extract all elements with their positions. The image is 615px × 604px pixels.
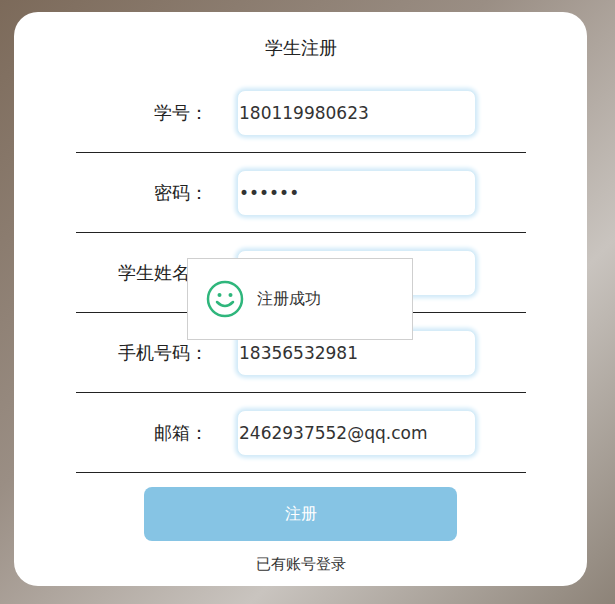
- field-label: 学号：: [76, 101, 208, 125]
- field-label: 手机号码：: [76, 341, 208, 365]
- field-input[interactable]: [237, 170, 476, 216]
- form-row: 邮箱：: [76, 393, 526, 473]
- form-row: 学号：: [76, 73, 526, 153]
- register-button[interactable]: 注册: [144, 487, 457, 541]
- form-row: 密码：: [76, 153, 526, 233]
- toast-message: 注册成功: [257, 289, 321, 310]
- register-card: 学生注册 学号： 密码： 学生姓名： 手机号码： 邮箱： 注册 已有账号登录 注…: [14, 12, 587, 586]
- login-link[interactable]: 已有账号登录: [76, 555, 526, 574]
- background-photo: 学生注册 学号： 密码： 学生姓名： 手机号码： 邮箱： 注册 已有账号登录 注…: [0, 0, 615, 604]
- field-input[interactable]: [237, 90, 476, 136]
- smile-icon: [206, 280, 244, 318]
- form-title: 学生注册: [14, 36, 587, 60]
- field-label: 邮箱：: [76, 421, 208, 445]
- field-input[interactable]: [237, 410, 476, 456]
- field-label: 密码：: [76, 181, 208, 205]
- success-toast: 注册成功: [187, 258, 413, 340]
